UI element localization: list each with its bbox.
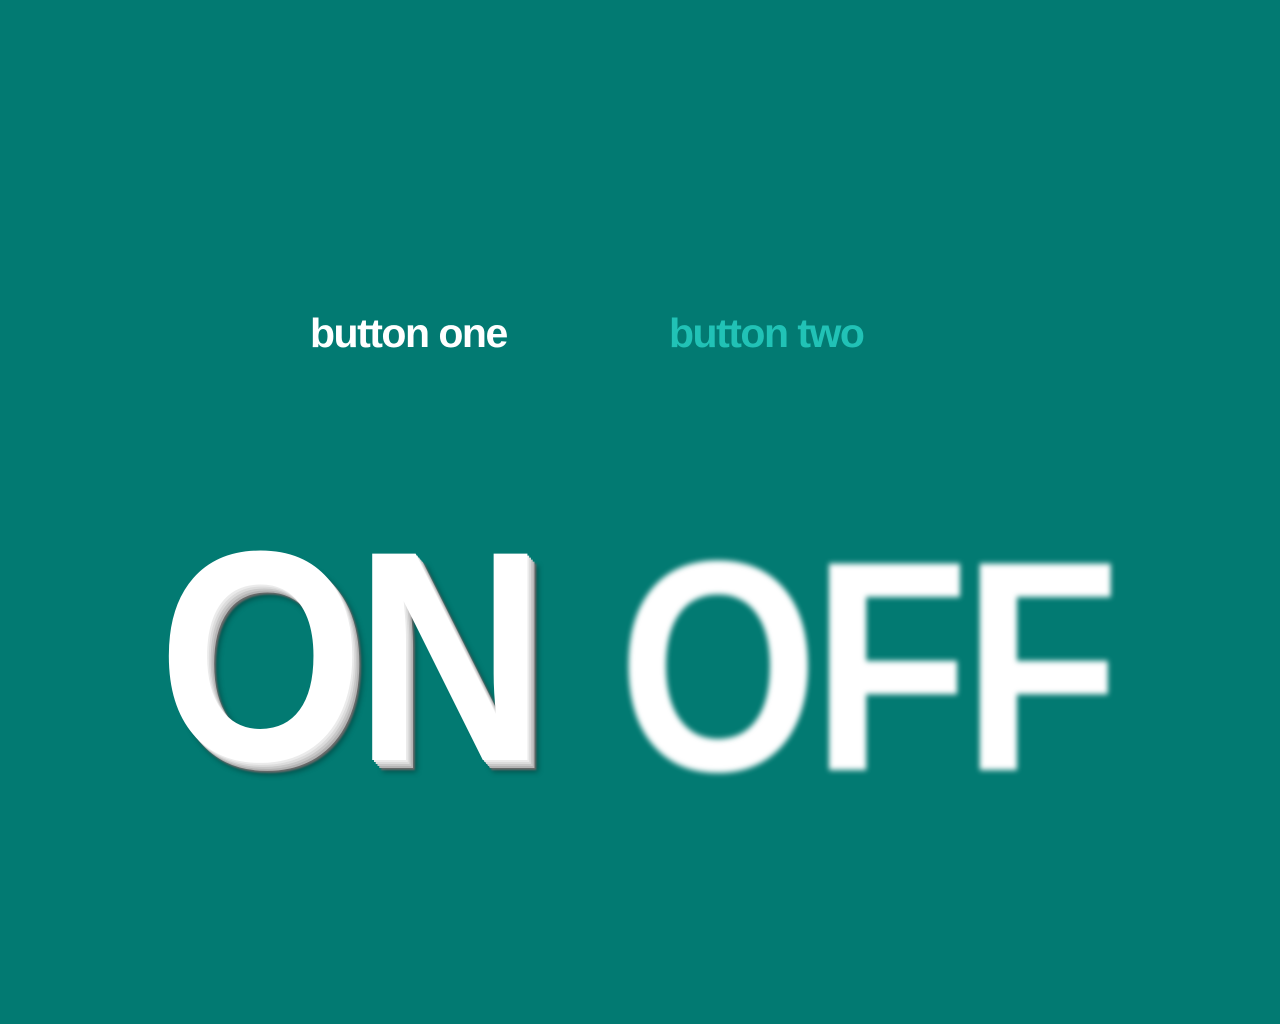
page: { "colors": { "background": "#027a72", "… <box>0 0 1280 1024</box>
button-row: button one button two <box>0 300 1280 370</box>
button-two[interactable]: button two <box>669 300 865 366</box>
off-word: OFF <box>618 498 1120 834</box>
on-word: ON <box>158 488 545 824</box>
button-one[interactable]: button one <box>310 300 508 366</box>
